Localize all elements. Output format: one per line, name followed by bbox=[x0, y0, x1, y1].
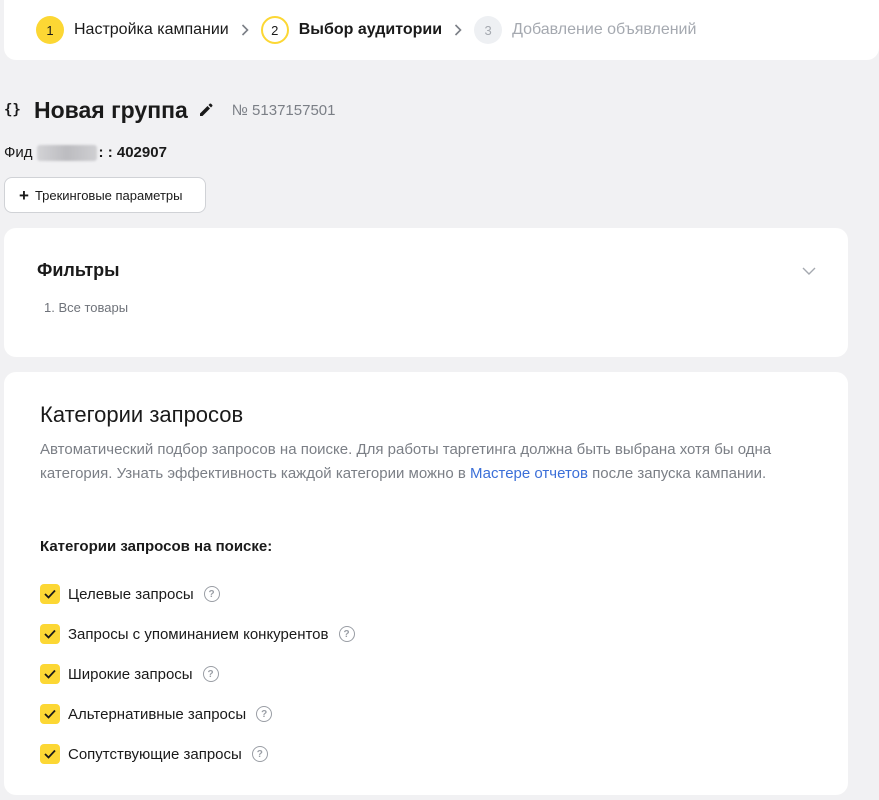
category-option-broad[interactable]: Широкие запросы ? bbox=[40, 654, 355, 694]
step-number-1: 1 bbox=[36, 16, 64, 44]
step-number-3: 3 bbox=[474, 16, 503, 44]
category-label: Целевые запросы bbox=[68, 585, 194, 603]
help-icon[interactable]: ? bbox=[203, 586, 220, 602]
feed-name-redacted bbox=[36, 144, 97, 161]
checkbox-checked[interactable] bbox=[40, 624, 60, 644]
feed-id: : : 402907 bbox=[98, 144, 167, 161]
chevron-right-icon bbox=[233, 24, 257, 36]
step-campaign-settings[interactable]: 1 Настройка кампании bbox=[36, 15, 229, 45]
step-number-2: 2 bbox=[260, 16, 289, 44]
step-label-campaign-settings: Настройка кампании bbox=[74, 21, 229, 38]
chevron-right-icon bbox=[446, 24, 470, 36]
campaign-stepper: 1 Настройка кампании 2 Выбор аудитории 3… bbox=[4, 0, 879, 60]
help-icon[interactable]: ? bbox=[251, 746, 268, 762]
filters-title: Фильтры bbox=[37, 260, 120, 280]
query-categories-card: Категории запросов Автоматический подбор… bbox=[4, 372, 848, 795]
category-label: Запросы с упоминанием конкурентов bbox=[68, 625, 329, 643]
pencil-icon[interactable] bbox=[198, 102, 214, 118]
plus-icon: + bbox=[19, 185, 29, 205]
checkbox-checked[interactable] bbox=[40, 704, 60, 724]
tracking-params-button[interactable]: + Трекинговые параметры bbox=[4, 177, 206, 213]
filters-card: Фильтры 1. Все товары bbox=[4, 228, 848, 357]
group-title: Новая группа bbox=[34, 96, 188, 123]
group-number: № 5137157501 bbox=[231, 101, 336, 119]
step-ads[interactable]: 3 Добавление объявлений bbox=[474, 15, 696, 45]
category-option-related[interactable]: Сопутствующие запросы ? bbox=[40, 734, 355, 774]
category-option-competitors[interactable]: Запросы с упоминанием конкурентов ? bbox=[40, 614, 355, 654]
categories-checkbox-list: Целевые запросы ? Запросы с упоминанием … bbox=[40, 574, 355, 774]
category-option-target[interactable]: Целевые запросы ? bbox=[40, 574, 355, 614]
checkbox-checked[interactable] bbox=[40, 664, 60, 684]
category-label: Сопутствующие запросы bbox=[68, 745, 242, 763]
group-header: {} Новая группа № 5137157501 bbox=[4, 94, 335, 126]
categories-title: Категории запросов bbox=[40, 402, 244, 427]
step-audience[interactable]: 2 Выбор аудитории bbox=[260, 15, 443, 45]
feed-line: Фид : : 402907 bbox=[4, 144, 167, 161]
feed-prefix: Фид bbox=[4, 144, 33, 161]
search-categories-subtitle: Категории запросов на поиске: bbox=[40, 538, 273, 555]
categories-description: Автоматический подбор запросов на поиске… bbox=[40, 438, 810, 486]
help-icon[interactable]: ? bbox=[338, 626, 355, 642]
category-option-alternative[interactable]: Альтернативные запросы ? bbox=[40, 694, 355, 734]
category-label: Альтернативные запросы bbox=[68, 705, 247, 723]
step-label-ads: Добавление объявлений bbox=[512, 21, 697, 38]
report-master-link[interactable]: Мастере отчетов bbox=[470, 465, 588, 482]
category-label: Широкие запросы bbox=[68, 665, 193, 683]
help-icon[interactable]: ? bbox=[256, 706, 273, 722]
braces-icon: {} bbox=[4, 102, 21, 118]
filters-item: 1. Все товары bbox=[44, 300, 129, 315]
step-label-audience: Выбор аудитории bbox=[298, 21, 443, 38]
tracking-params-label: Трекинговые параметры bbox=[34, 187, 183, 203]
checkbox-checked[interactable] bbox=[40, 744, 60, 764]
chevron-down-icon[interactable] bbox=[802, 262, 816, 280]
categories-desc-tail: после запуска кампании. bbox=[587, 465, 767, 482]
checkbox-checked[interactable] bbox=[40, 584, 60, 604]
help-icon[interactable]: ? bbox=[202, 666, 219, 682]
